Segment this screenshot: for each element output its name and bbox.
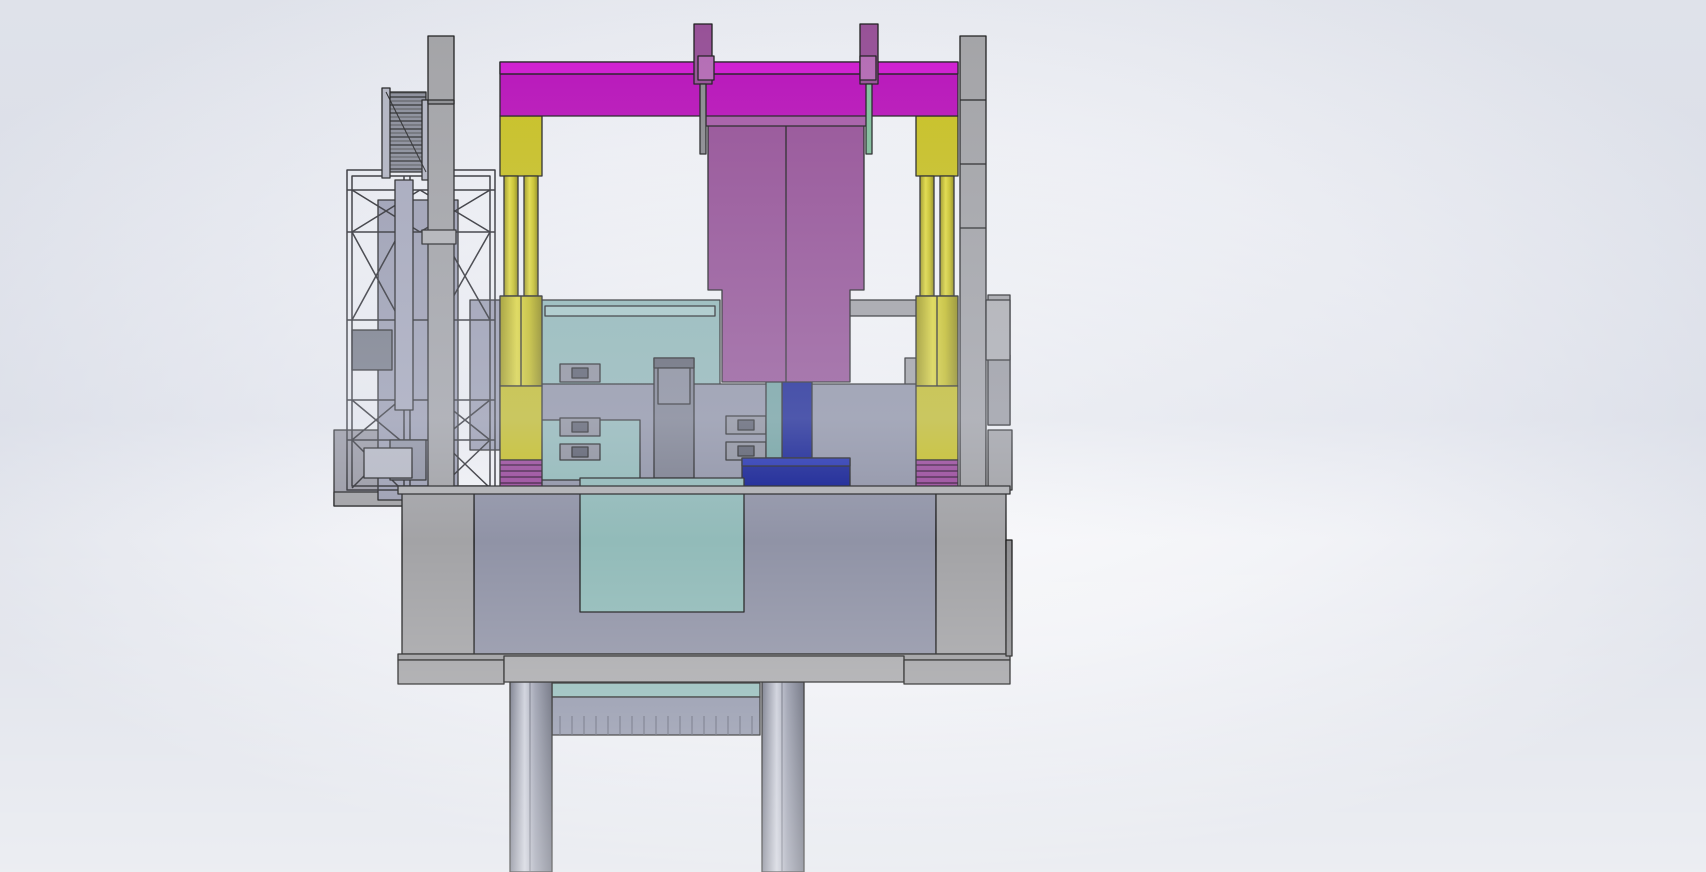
machine-base[interactable]	[398, 478, 1012, 684]
support-legs[interactable]	[510, 682, 804, 872]
left-staircase[interactable]	[382, 88, 430, 180]
left-scaffold-tower[interactable]	[334, 170, 500, 506]
right-hydraulic-column[interactable]	[916, 116, 958, 460]
cad-viewport[interactable]	[0, 0, 1706, 872]
left-hydraulic-column[interactable]	[500, 116, 542, 460]
cad-assembly-model[interactable]	[0, 0, 1706, 872]
